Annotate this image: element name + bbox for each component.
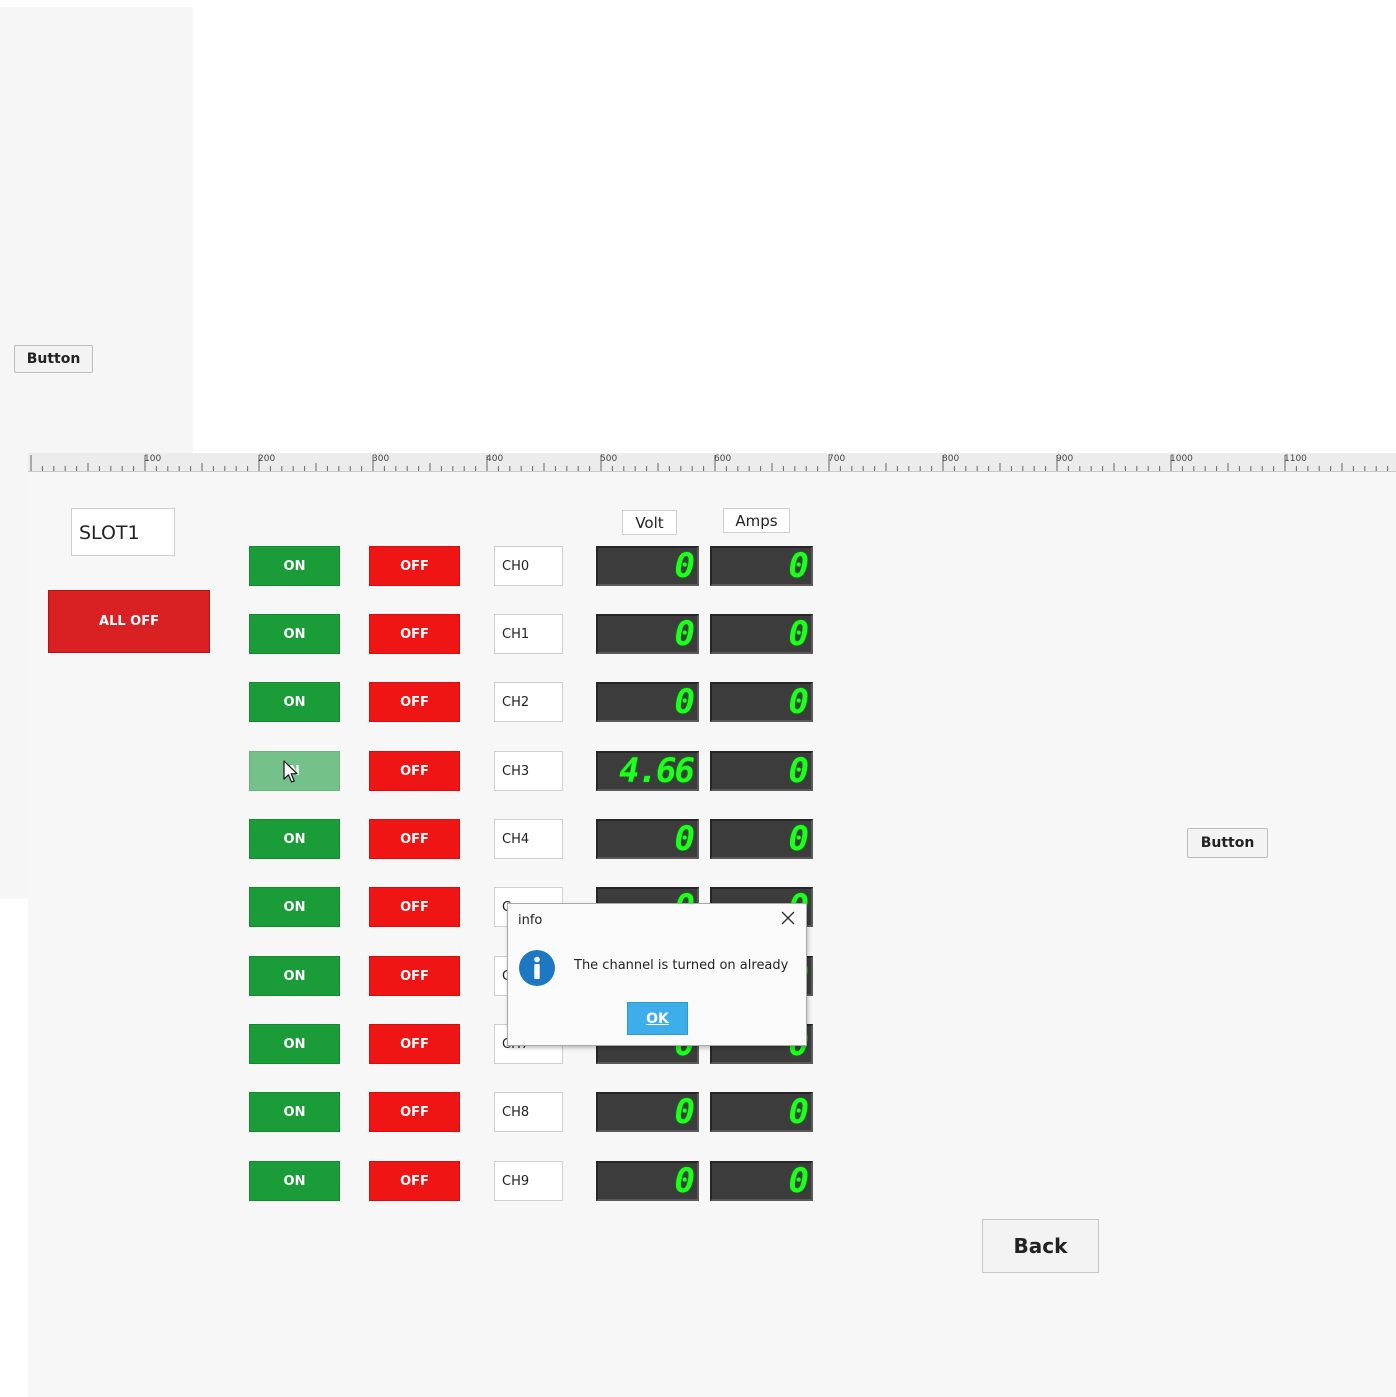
on-button[interactable]: ON: [249, 887, 340, 927]
side-button[interactable]: Button: [1187, 828, 1268, 858]
amps-display: 0: [710, 546, 813, 586]
ruler-label: 600: [714, 454, 732, 464]
info-icon: [518, 949, 556, 987]
ruler: 100 200 300 400 500 600 700 800 900 1000 1100: [28, 453, 1396, 472]
ruler-label: 700: [828, 454, 846, 464]
off-button[interactable]: OFF: [369, 546, 460, 586]
amps-display: 0: [710, 682, 813, 722]
off-button[interactable]: OFF: [369, 1024, 460, 1064]
top-button[interactable]: Button: [14, 345, 93, 373]
off-button[interactable]: OFF: [369, 1161, 460, 1201]
ruler-label: 500: [600, 454, 618, 464]
amps-display: 0: [710, 1092, 813, 1132]
on-button[interactable]: ON: [249, 819, 340, 859]
channel-row: NOFFCH34.660: [0, 751, 1396, 791]
volt-display: 0: [596, 546, 699, 586]
off-button[interactable]: OFF: [369, 614, 460, 654]
on-button[interactable]: ON: [249, 1161, 340, 1201]
channel-row: ON OFF CH9 0 0: [0, 1161, 1396, 1201]
on-button[interactable]: ON: [249, 1092, 340, 1132]
off-button[interactable]: OFF: [369, 956, 460, 996]
dialog-message: The channel is turned on already: [574, 958, 789, 973]
volt-display: 0: [596, 682, 699, 722]
channel-label: CH2: [494, 682, 563, 722]
close-icon[interactable]: [779, 909, 797, 927]
channel-label: CH9: [494, 1161, 563, 1201]
channel-row: ON OFF CH0 0 0: [0, 546, 1396, 586]
ruler-label: 300: [372, 454, 390, 464]
channel-label: CH4: [494, 819, 563, 859]
amps-display: 0: [710, 614, 813, 654]
channel-row: ON OFF CH8 0 0: [0, 1092, 1396, 1132]
amps-display: 0: [710, 1161, 813, 1201]
dialog-title: info: [518, 913, 543, 928]
ruler-label: 400: [486, 454, 504, 464]
volt-display: 0: [596, 1161, 699, 1201]
channel-row: ON OFF CH2 0 0: [0, 682, 1396, 722]
volt-display: 4.66: [596, 751, 699, 791]
amps-display: 0: [710, 819, 813, 859]
on-button[interactable]: ON: [249, 546, 340, 586]
on-button[interactable]: ON: [249, 682, 340, 722]
mouse-cursor-icon: [283, 760, 299, 784]
volt-display: 0: [596, 1092, 699, 1132]
ruler-label: 1100: [1284, 454, 1307, 464]
volt-header: Volt: [622, 510, 677, 535]
ruler-label: 100: [144, 454, 162, 464]
ruler-label: 900: [1056, 454, 1074, 464]
on-button[interactable]: ON: [249, 614, 340, 654]
volt-display: 0: [596, 614, 699, 654]
on-button[interactable]: ON: [249, 1024, 340, 1064]
back-button[interactable]: Back: [982, 1219, 1099, 1273]
off-button[interactable]: OFF: [369, 887, 460, 927]
channel-label: CH3: [494, 751, 563, 791]
ruler-label: 800: [942, 454, 960, 464]
off-button[interactable]: OFF: [369, 682, 460, 722]
info-dialog: info The channel is turned on already OK: [507, 903, 807, 1046]
on-button[interactable]: ON: [249, 956, 340, 996]
channel-label: CH0: [494, 546, 563, 586]
ruler-label: 1000: [1170, 454, 1193, 464]
off-button[interactable]: OFF: [369, 1092, 460, 1132]
off-button[interactable]: OFF: [369, 819, 460, 859]
off-button[interactable]: OFF: [369, 751, 460, 791]
amps-header: Amps: [723, 508, 790, 533]
ok-button[interactable]: OK: [627, 1002, 688, 1035]
channel-label: CH1: [494, 614, 563, 654]
channel-label: CH8: [494, 1092, 563, 1132]
amps-display: 0: [710, 751, 813, 791]
volt-display: 0: [596, 819, 699, 859]
ruler-label: 200: [258, 454, 276, 464]
channel-row: ON OFF CH1 0 0: [0, 614, 1396, 654]
